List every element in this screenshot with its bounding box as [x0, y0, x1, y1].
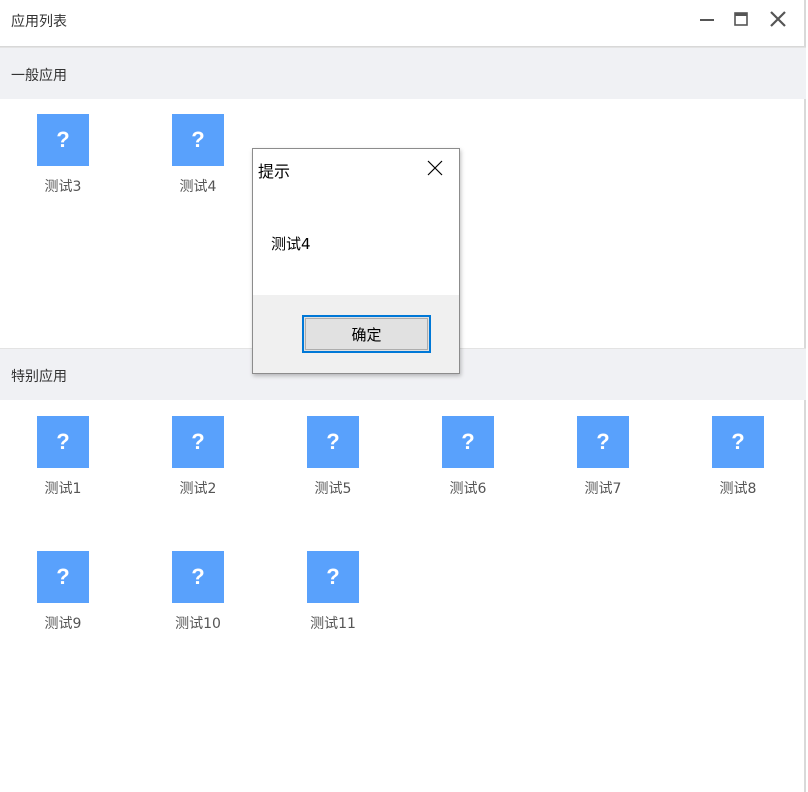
- app-item-test10[interactable]: ? 测试10: [148, 551, 248, 641]
- app-placeholder-icon: ?: [172, 416, 224, 468]
- close-icon: [770, 11, 786, 27]
- app-item-test3[interactable]: ? 测试3: [13, 114, 113, 204]
- app-item-test8[interactable]: ? 测试8: [688, 416, 788, 506]
- close-icon: [427, 160, 443, 176]
- app-name: 测试7: [584, 481, 622, 497]
- close-button[interactable]: [765, 6, 791, 32]
- app-item-test6[interactable]: ? 测试6: [418, 416, 518, 506]
- ok-button[interactable]: 确定: [302, 315, 431, 353]
- app-name: 测试4: [179, 179, 217, 195]
- app-placeholder-icon: ?: [37, 114, 89, 166]
- section-title-special: 特别应用: [11, 369, 67, 385]
- app-item-test7[interactable]: ? 测试7: [553, 416, 653, 506]
- app-placeholder-icon: ?: [172, 551, 224, 603]
- app-placeholder-icon: ?: [37, 551, 89, 603]
- ok-button-label: 确定: [351, 325, 382, 344]
- app-item-test11[interactable]: ? 测试11: [283, 551, 383, 641]
- app-list-window: 应用列表 一般应用 ? 测试3 ? 测试4 特别应用 ? 测试1 ? 测试2 ?…: [0, 0, 806, 792]
- app-name: 测试6: [449, 481, 487, 497]
- dialog-title: 提示: [258, 162, 291, 181]
- app-placeholder-icon: ?: [307, 416, 359, 468]
- app-name: 测试3: [44, 179, 82, 195]
- app-item-test1[interactable]: ? 测试1: [13, 416, 113, 506]
- title-bar: 应用列表: [0, 0, 804, 47]
- section-header-general: 一般应用: [0, 47, 806, 99]
- app-placeholder-icon: ?: [172, 114, 224, 166]
- app-placeholder-icon: ?: [442, 416, 494, 468]
- app-placeholder-icon: ?: [307, 551, 359, 603]
- app-item-test4[interactable]: ? 测试4: [148, 114, 248, 204]
- minimize-button[interactable]: [694, 6, 720, 32]
- minimize-icon: [700, 19, 714, 21]
- app-name: 测试10: [175, 616, 221, 632]
- message-dialog: 提示 测试4 确定: [252, 148, 460, 374]
- dialog-message: 测试4: [271, 235, 311, 253]
- app-placeholder-icon: ?: [577, 416, 629, 468]
- app-name: 测试8: [719, 481, 757, 497]
- app-item-test9[interactable]: ? 测试9: [13, 551, 113, 641]
- maximize-icon: [734, 12, 748, 26]
- app-name: 测试9: [44, 616, 82, 632]
- app-name: 测试11: [310, 616, 356, 632]
- dialog-footer: 确定: [253, 295, 459, 373]
- dialog-close-button[interactable]: [423, 157, 447, 179]
- window-title: 应用列表: [11, 14, 67, 30]
- app-name: 测试2: [179, 481, 217, 497]
- section-title-general: 一般应用: [11, 68, 67, 84]
- app-name: 测试5: [314, 481, 352, 497]
- app-placeholder-icon: ?: [37, 416, 89, 468]
- app-item-test5[interactable]: ? 测试5: [283, 416, 383, 506]
- app-placeholder-icon: ?: [712, 416, 764, 468]
- app-item-test2[interactable]: ? 测试2: [148, 416, 248, 506]
- app-name: 测试1: [44, 481, 82, 497]
- maximize-button[interactable]: [728, 6, 754, 32]
